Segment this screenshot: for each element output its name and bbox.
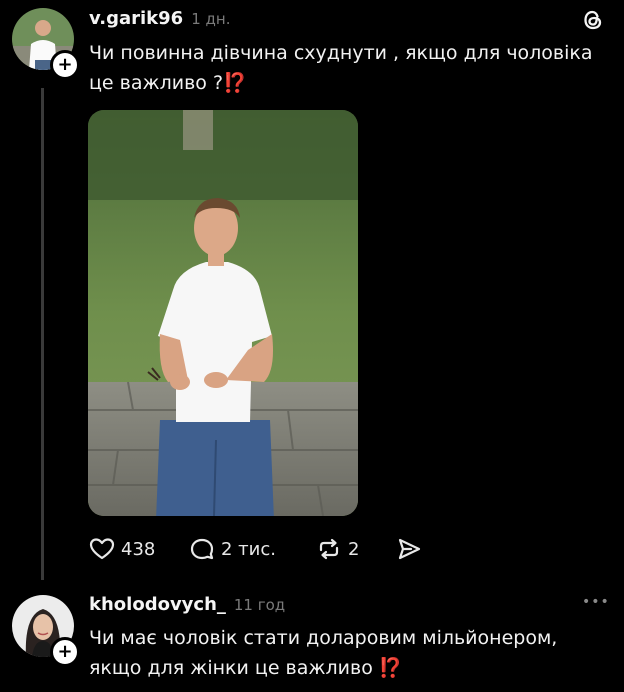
- reply-text-body: Чи має чоловік стати доларовим мільйонер…: [89, 627, 558, 679]
- heart-icon: [89, 538, 115, 560]
- post-header: v.garik96 1 дн.: [89, 8, 230, 29]
- repost-button[interactable]: 2: [316, 537, 359, 561]
- post-photo[interactable]: [88, 110, 358, 516]
- post-timestamp: 1 дн.: [191, 10, 231, 28]
- repost-count: 2: [348, 538, 360, 560]
- reply-username[interactable]: kholodovych_: [89, 594, 226, 615]
- follow-plus-button[interactable]: +: [50, 50, 80, 80]
- reply-text: Чи має чоловік стати доларовим мільйонер…: [89, 623, 609, 683]
- post-text-body: Чи повинна дівчина схуднути , якщо для ч…: [89, 42, 593, 94]
- share-button[interactable]: [396, 537, 422, 561]
- follow-plus-button[interactable]: +: [50, 637, 80, 667]
- repost-icon: [319, 538, 339, 560]
- double-exclamation-question-emoji: ⁉️: [378, 657, 403, 679]
- thread-connector-line: [41, 88, 44, 580]
- post-text: Чи повинна дівчина схуднути , якщо для ч…: [89, 38, 609, 98]
- comment-button[interactable]: 2 тис.: [189, 537, 276, 561]
- reply-timestamp: 11 год: [233, 596, 286, 614]
- like-button[interactable]: 438: [89, 537, 155, 561]
- like-count: 438: [121, 538, 156, 560]
- more-dots-icon: •••: [582, 594, 610, 610]
- more-options-button[interactable]: •••: [582, 594, 610, 610]
- send-icon: [398, 538, 421, 560]
- comment-count: 2 тис.: [221, 538, 276, 560]
- double-exclamation-question-emoji: ⁉️: [223, 72, 247, 94]
- threads-logo-icon[interactable]: [580, 7, 606, 33]
- comment-bubble-icon: [190, 538, 214, 560]
- post-username[interactable]: v.garik96: [89, 8, 183, 29]
- reply-header: kholodovych_ 11 год: [89, 594, 285, 615]
- photo-image: [88, 110, 358, 516]
